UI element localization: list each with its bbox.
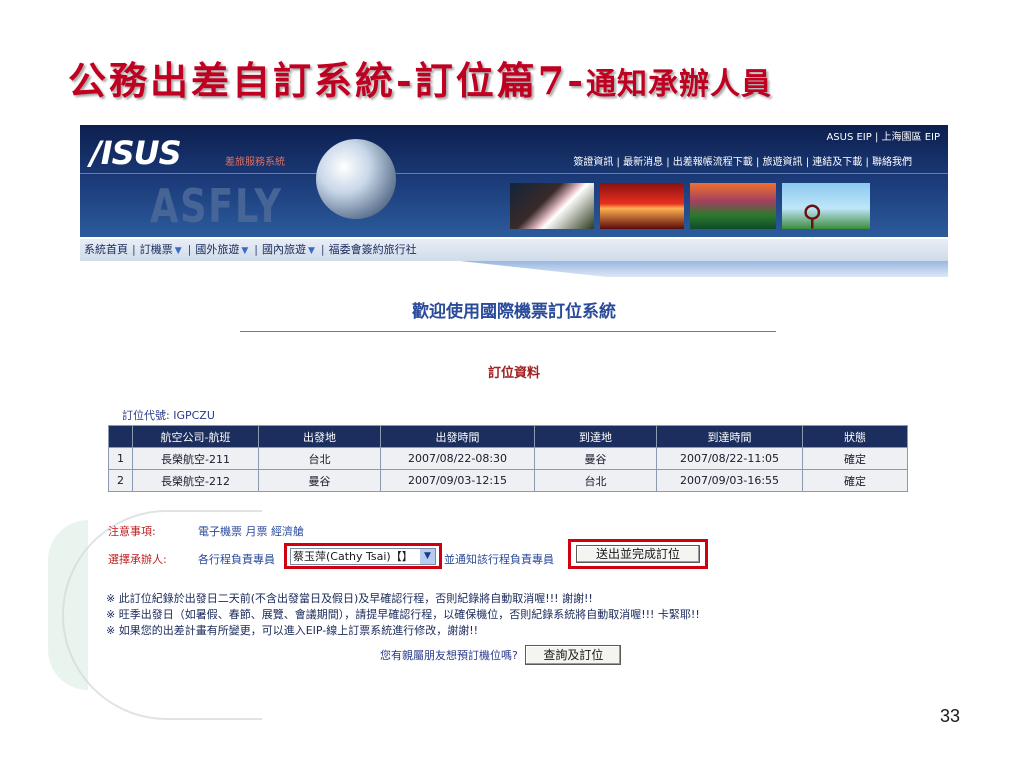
cell-origin: 曼谷 bbox=[258, 469, 381, 492]
screenshot-area: /ISUS 差旅服務系統 ASFLY ASUS EIP | 上海園區 EIP 簽… bbox=[80, 125, 948, 685]
assignee-suffix-row: 並通知該行程負責專員 bbox=[444, 551, 554, 567]
col-status: 狀態 bbox=[802, 425, 908, 448]
chevron-down-icon[interactable]: ▼ bbox=[241, 246, 248, 256]
cell-departure-time: 2007/08/22-08:30 bbox=[380, 447, 535, 470]
col-airline-flight: 航空公司-航班 bbox=[132, 425, 259, 448]
flight-table: 航空公司-航班 出發地 出發時間 到達地 到達時間 狀態 1 長榮航空-211 … bbox=[108, 425, 908, 492]
chevron-down-icon[interactable]: ▼ bbox=[308, 246, 315, 256]
banner-divider bbox=[80, 173, 948, 174]
chevron-down-icon[interactable]: ▼ bbox=[175, 246, 182, 256]
cell-arrival-time: 2007/08/22-11:05 bbox=[656, 447, 803, 470]
cell-airline-flight: 長榮航空-211 bbox=[132, 447, 259, 470]
cell-status: 確定 bbox=[802, 447, 908, 470]
notice-value: 電子機票 月票 經濟艙 bbox=[198, 525, 304, 538]
remark-item: ※ 旺季出發日（如暑假、春節、展覽、會議期間），請提早確認行程，以確保機位，否則… bbox=[106, 608, 700, 621]
col-origin: 出發地 bbox=[258, 425, 381, 448]
menu-domestic-travel[interactable]: 國內旅遊 bbox=[262, 243, 306, 256]
cell-departure-time: 2007/09/03-12:15 bbox=[380, 469, 535, 492]
chevron-down-icon[interactable]: ▼ bbox=[420, 549, 435, 564]
slide-title: 公務出差自訂系統-訂位篇7-通知承辦人員 bbox=[68, 50, 772, 105]
page-heading: 歡迎使用國際機票訂位系統 bbox=[412, 302, 616, 322]
assignee-select-highlight: 蔡玉萍(Cathy Tsai)【】 ▼ bbox=[284, 543, 442, 569]
query-booking-button[interactable]: 查詢及訂位 bbox=[525, 645, 622, 665]
remarks: ※ 此訂位紀錄於出發日二天前(不含出發當日及假日)及早確認行程，否則紀錄將自動取… bbox=[106, 591, 700, 639]
notice-row: 注意事項: 電子機票 月票 經濟艙 bbox=[108, 523, 304, 539]
menu-tickets[interactable]: 訂機票 bbox=[140, 243, 173, 256]
notice-label: 注意事項: bbox=[108, 525, 156, 538]
logo-subtitle: 差旅服務系統 bbox=[225, 157, 285, 168]
remark-item: ※ 如果您的出差計畫有所變更，可以進入EIP-線上訂票系統進行修改，謝謝!! bbox=[106, 624, 479, 637]
heading-divider bbox=[240, 331, 776, 332]
top-links[interactable]: ASUS EIP | 上海園區 EIP bbox=[826, 128, 940, 143]
bicycle-icon: ⚲ bbox=[802, 199, 823, 232]
cell-index: 2 bbox=[108, 469, 133, 492]
asfly-wordmark: ASFLY bbox=[150, 179, 283, 233]
col-destination: 到達地 bbox=[534, 425, 657, 448]
cell-status: 確定 bbox=[802, 469, 908, 492]
table-row: 1 長榮航空-211 台北 2007/08/22-08:30 曼谷 2007/0… bbox=[108, 447, 908, 470]
cell-origin: 台北 bbox=[258, 447, 381, 470]
col-departure-time: 出發時間 bbox=[380, 425, 535, 448]
table-header-row: 航空公司-航班 出發地 出發時間 到達地 到達時間 狀態 bbox=[108, 425, 908, 448]
assignee-selected-value: 蔡玉萍(Cathy Tsai)【】 bbox=[293, 550, 413, 563]
col-index bbox=[108, 425, 133, 448]
page-number: 33 bbox=[940, 706, 961, 726]
beach-photo bbox=[690, 183, 776, 229]
globe-image bbox=[316, 139, 396, 219]
cell-index: 1 bbox=[108, 447, 133, 470]
assignee-label: 選擇承辦人: bbox=[108, 553, 167, 566]
asus-logo[interactable]: /ISUS bbox=[90, 137, 228, 169]
cell-destination: 曼谷 bbox=[534, 447, 657, 470]
submit-highlight: 送出並完成訂位 bbox=[568, 539, 708, 569]
sunset-photo bbox=[600, 183, 684, 229]
section-heading: 訂位資料 bbox=[487, 366, 540, 381]
cell-destination: 台北 bbox=[534, 469, 657, 492]
col-arrival-time: 到達時間 bbox=[656, 425, 803, 448]
slide-title-sub: 通知承辦人員 bbox=[586, 67, 772, 102]
remark-item: ※ 此訂位紀錄於出發日二天前(不含出發當日及假日)及早確認行程，否則紀錄將自動取… bbox=[106, 592, 593, 605]
query-prompt: 您有親屬朋友想預訂機位嗎? bbox=[380, 649, 518, 662]
assignee-prefix: 各行程負責專員 bbox=[198, 553, 275, 566]
menu-wedge bbox=[460, 261, 948, 277]
flower-photo bbox=[510, 183, 594, 229]
menu-welfare[interactable]: 福委會簽約旅行社 bbox=[329, 243, 417, 256]
site-banner: /ISUS 差旅服務系統 ASFLY ASUS EIP | 上海園區 EIP 簽… bbox=[80, 125, 948, 237]
menu-intl-travel[interactable]: 國外旅遊 bbox=[195, 243, 239, 256]
assignee-select[interactable]: 蔡玉萍(Cathy Tsai)【】 ▼ bbox=[290, 548, 436, 565]
cell-airline-flight: 長榮航空-212 bbox=[132, 469, 259, 492]
cell-arrival-time: 2007/09/03-16:55 bbox=[656, 469, 803, 492]
slide-title-main: 公務出差自訂系統-訂位篇7- bbox=[68, 58, 586, 103]
booking-code: 訂位代號: IGPCZU bbox=[122, 409, 215, 422]
header-nav-links[interactable]: 簽證資訊 | 最新消息 | 出差報帳流程下載 | 旅遊資訊 | 連結及下載 | … bbox=[573, 153, 912, 168]
main-menu: 系統首頁 | 訂機票 ▼ | 國外旅遊 ▼ | 國內旅遊 ▼ | 福委會簽約旅行社 bbox=[80, 239, 948, 261]
submit-booking-button[interactable]: 送出並完成訂位 bbox=[576, 545, 700, 563]
query-row: 您有親屬朋友想預訂機位嗎? 查詢及訂位 bbox=[380, 645, 622, 665]
menu-home[interactable]: 系統首頁 bbox=[84, 243, 128, 256]
table-row: 2 長榮航空-212 曼谷 2007/09/03-12:15 台北 2007/0… bbox=[108, 469, 908, 492]
assignee-suffix: 並通知該行程負責專員 bbox=[444, 553, 554, 566]
assignee-row: 選擇承辦人: 各行程負責專員 bbox=[108, 551, 275, 567]
bicycle-photo bbox=[782, 183, 870, 229]
